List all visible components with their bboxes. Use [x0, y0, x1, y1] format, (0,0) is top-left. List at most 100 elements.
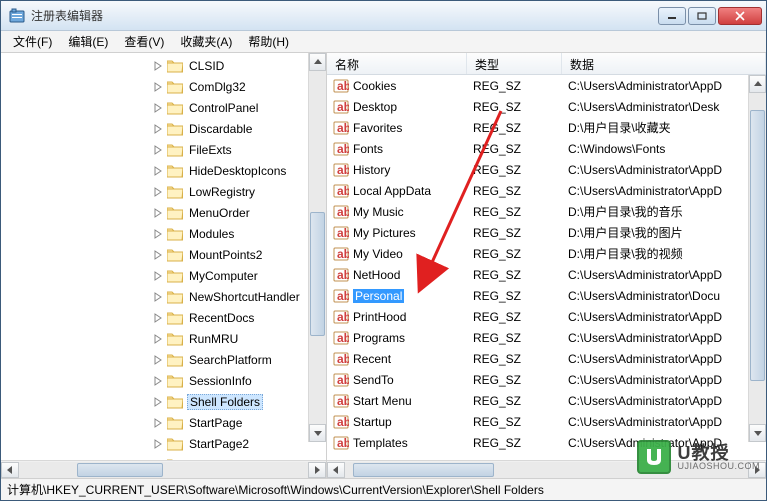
tree-item[interactable]: NewShortcutHandler [1, 286, 326, 307]
expander-icon[interactable] [151, 332, 165, 346]
string-value-icon [333, 204, 349, 220]
tree-item[interactable]: RunMRU [1, 328, 326, 349]
scroll-down-button[interactable] [309, 424, 326, 442]
value-row[interactable]: HistoryREG_SZC:\Users\Administrator\AppD [327, 159, 766, 180]
menu-edit[interactable]: 编辑(E) [60, 31, 116, 52]
column-data[interactable]: 数据 [562, 53, 766, 74]
titlebar[interactable]: 注册表编辑器 [1, 1, 766, 31]
value-type: REG_SZ [467, 78, 562, 94]
folder-icon [167, 101, 183, 115]
tree-item[interactable]: HideDesktopIcons [1, 160, 326, 181]
tree-item[interactable]: FileExts [1, 139, 326, 160]
value-row[interactable]: SendToREG_SZC:\Users\Administrator\AppD [327, 369, 766, 390]
scroll-up-button[interactable] [309, 53, 326, 71]
close-button[interactable] [718, 7, 762, 25]
tree-item[interactable]: ControlPanel [1, 97, 326, 118]
registry-tree[interactable]: CLSIDComDlg32ControlPanelDiscardableFile… [1, 53, 326, 460]
maximize-button[interactable] [688, 7, 716, 25]
value-row[interactable]: PersonalREG_SZC:\Users\Administrator\Doc… [327, 285, 766, 306]
expander-icon[interactable] [151, 164, 165, 178]
value-row[interactable]: FavoritesREG_SZD:\用户目录\收藏夹 [327, 117, 766, 138]
expander-icon[interactable] [151, 248, 165, 262]
value-row[interactable]: PrintHoodREG_SZC:\Users\Administrator\Ap… [327, 306, 766, 327]
value-row[interactable]: FontsREG_SZC:\Windows\Fonts [327, 138, 766, 159]
folder-icon [167, 143, 183, 157]
expander-icon[interactable] [151, 80, 165, 94]
tree-horizontal-scrollbar[interactable] [1, 460, 326, 478]
value-row[interactable]: My PicturesREG_SZD:\用户目录\我的图片 [327, 222, 766, 243]
expander-icon[interactable] [151, 395, 165, 409]
tree-item[interactable]: LowRegistry [1, 181, 326, 202]
expander-icon[interactable] [151, 227, 165, 241]
expander-icon[interactable] [151, 437, 165, 451]
folder-icon [167, 437, 183, 451]
scroll-left-button[interactable] [327, 462, 345, 478]
value-row[interactable]: StartupREG_SZC:\Users\Administrator\AppD [327, 411, 766, 432]
tree-item[interactable]: RecentDocs [1, 307, 326, 328]
tree-item-label: Shell Folders [187, 394, 263, 410]
scroll-track[interactable] [19, 462, 308, 478]
expander-icon[interactable] [151, 143, 165, 157]
value-row[interactable]: RecentREG_SZC:\Users\Administrator\AppD [327, 348, 766, 369]
expander-icon[interactable] [151, 185, 165, 199]
tree-item[interactable]: StreamMRU [1, 454, 326, 460]
value-type: REG_SZ [467, 393, 562, 409]
scroll-up-button[interactable] [749, 75, 766, 93]
value-row[interactable]: DesktopREG_SZC:\Users\Administrator\Desk [327, 96, 766, 117]
scroll-right-button[interactable] [308, 462, 326, 478]
scroll-left-button[interactable] [1, 462, 19, 478]
value-row[interactable]: Local AppDataREG_SZC:\Users\Administrato… [327, 180, 766, 201]
expander-icon[interactable] [151, 374, 165, 388]
value-type: REG_SZ [467, 120, 562, 136]
scroll-track[interactable] [749, 93, 766, 424]
menu-favorites[interactable]: 收藏夹(A) [172, 31, 240, 52]
value-row[interactable]: My MusicREG_SZD:\用户目录\我的音乐 [327, 201, 766, 222]
tree-item[interactable]: SessionInfo [1, 370, 326, 391]
scroll-thumb[interactable] [750, 110, 765, 381]
menu-help[interactable]: 帮助(H) [240, 31, 297, 52]
value-row[interactable]: My VideoREG_SZD:\用户目录\我的视频 [327, 243, 766, 264]
tree-item[interactable]: StartPage [1, 412, 326, 433]
expander-icon[interactable] [151, 311, 165, 325]
string-value-icon [333, 372, 349, 388]
menu-view[interactable]: 查看(V) [116, 31, 172, 52]
expander-icon[interactable] [151, 416, 165, 430]
value-row[interactable]: Start MenuREG_SZC:\Users\Administrator\A… [327, 390, 766, 411]
scroll-track[interactable] [309, 71, 326, 424]
tree-item[interactable]: Shell Folders [1, 391, 326, 412]
tree-item-label: RecentDocs [187, 310, 256, 326]
tree-item[interactable]: MenuOrder [1, 202, 326, 223]
scroll-thumb[interactable] [77, 463, 164, 477]
tree-item[interactable]: SearchPlatform [1, 349, 326, 370]
list-vertical-scrollbar[interactable] [748, 75, 766, 442]
tree-item[interactable]: CLSID [1, 55, 326, 76]
values-list[interactable]: CookiesREG_SZC:\Users\Administrator\AppD… [327, 75, 766, 460]
scroll-thumb[interactable] [310, 212, 325, 336]
tree-item[interactable]: MountPoints2 [1, 244, 326, 265]
tree-item-label: MyComputer [187, 268, 260, 284]
expander-icon[interactable] [151, 458, 165, 461]
expander-icon[interactable] [151, 122, 165, 136]
tree-item[interactable]: StartPage2 [1, 433, 326, 454]
expander-icon[interactable] [151, 353, 165, 367]
menu-file[interactable]: 文件(F) [5, 31, 60, 52]
value-data: D:\用户目录\我的图片 [562, 223, 766, 242]
value-row[interactable]: CookiesREG_SZC:\Users\Administrator\AppD [327, 75, 766, 96]
value-row[interactable]: ProgramsREG_SZC:\Users\Administrator\App… [327, 327, 766, 348]
scroll-thumb[interactable] [353, 463, 494, 477]
expander-icon[interactable] [151, 101, 165, 115]
minimize-button[interactable] [658, 7, 686, 25]
folder-icon [167, 458, 183, 461]
column-type[interactable]: 类型 [467, 53, 562, 74]
tree-vertical-scrollbar[interactable] [308, 53, 326, 442]
expander-icon[interactable] [151, 59, 165, 73]
expander-icon[interactable] [151, 290, 165, 304]
column-name[interactable]: 名称 [327, 53, 467, 74]
expander-icon[interactable] [151, 269, 165, 283]
tree-item[interactable]: ComDlg32 [1, 76, 326, 97]
value-row[interactable]: NetHoodREG_SZC:\Users\Administrator\AppD [327, 264, 766, 285]
tree-item[interactable]: MyComputer [1, 265, 326, 286]
tree-item[interactable]: Discardable [1, 118, 326, 139]
expander-icon[interactable] [151, 206, 165, 220]
tree-item[interactable]: Modules [1, 223, 326, 244]
